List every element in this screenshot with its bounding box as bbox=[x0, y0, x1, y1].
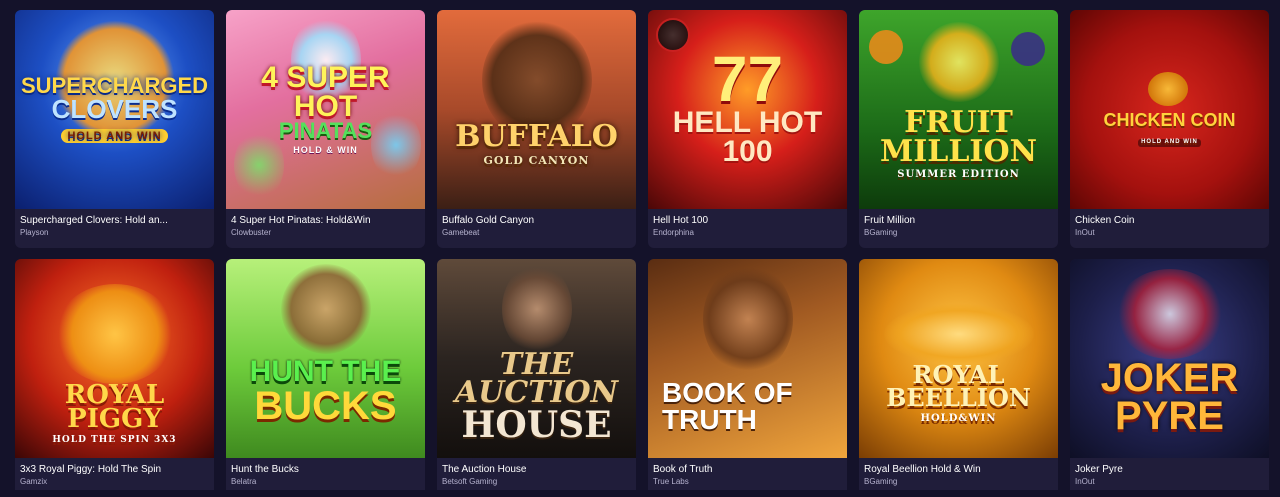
game-logo: Supercharged Clovers Hold and Win bbox=[20, 72, 209, 143]
game-thumbnail[interactable]: 4 Super Hot Pinatas Hold & Win bbox=[226, 10, 425, 209]
game-title[interactable]: 3x3 Royal Piggy: Hold The Spin bbox=[20, 463, 209, 476]
game-thumbnail[interactable]: Royal Beellion Hold&Win bbox=[859, 259, 1058, 458]
game-card[interactable]: Chicken Coin Hold and Win Chicken Coin I… bbox=[1070, 10, 1269, 248]
game-card[interactable]: 77 Hell Hot 100 Hell Hot 100 Endorphina bbox=[648, 10, 847, 248]
game-title[interactable]: 4 Super Hot Pinatas: Hold&Win bbox=[231, 214, 420, 227]
game-title[interactable]: The Auction House bbox=[442, 463, 631, 476]
game-title[interactable]: Hunt the Bucks bbox=[231, 463, 420, 476]
game-title[interactable]: Supercharged Clovers: Hold an... bbox=[20, 214, 209, 227]
game-provider: Clowbuster bbox=[231, 228, 272, 237]
game-provider: InOut bbox=[1075, 228, 1095, 237]
game-logo: Fruit Million Summer Edition bbox=[879, 105, 1038, 181]
game-title[interactable]: Book of Truth bbox=[653, 463, 842, 476]
game-card[interactable]: Royal Piggy Hold The Spin 3x3 3x3 Royal … bbox=[15, 259, 214, 497]
game-card[interactable]: Joker Pyre Joker Pyre InOut bbox=[1070, 259, 1269, 497]
game-provider: Playson bbox=[20, 228, 49, 237]
game-thumbnail[interactable]: 77 Hell Hot 100 bbox=[648, 10, 847, 209]
game-card[interactable]: Fruit Million Summer Edition Fruit Milli… bbox=[859, 10, 1058, 248]
game-provider: True Labs bbox=[653, 477, 689, 486]
game-logo: Hunt the Bucks bbox=[249, 355, 402, 428]
game-provider: InOut bbox=[1075, 477, 1095, 486]
game-logo: Book of Truth bbox=[662, 376, 793, 435]
game-provider: BGaming bbox=[864, 228, 898, 237]
game-logo: Royal Beellion Hold&Win bbox=[886, 359, 1031, 424]
game-provider: Belatra bbox=[231, 477, 257, 486]
games-grid: Supercharged Clovers Hold and Win Superc… bbox=[15, 10, 1269, 497]
game-title[interactable]: Fruit Million bbox=[864, 214, 1053, 227]
game-provider: Gamebeat bbox=[442, 228, 480, 237]
game-thumbnail[interactable]: Hunt the Bucks bbox=[226, 259, 425, 458]
game-logo: 77 Hell Hot 100 bbox=[672, 42, 823, 168]
game-title[interactable]: Royal Beellion Hold & Win bbox=[864, 463, 1053, 476]
game-title[interactable]: Buffalo Gold Canyon bbox=[442, 214, 631, 227]
game-title[interactable]: Joker Pyre bbox=[1075, 463, 1264, 476]
game-title[interactable]: Chicken Coin bbox=[1075, 214, 1264, 227]
game-thumbnail[interactable]: Chicken Coin Hold and Win bbox=[1070, 10, 1269, 209]
game-card[interactable]: Supercharged Clovers Hold and Win Superc… bbox=[15, 10, 214, 248]
game-logo: Chicken Coin Hold and Win bbox=[1103, 110, 1236, 147]
game-card[interactable]: 4 Super Hot Pinatas Hold & Win 4 Super H… bbox=[226, 10, 425, 248]
game-provider: Endorphina bbox=[653, 228, 694, 237]
game-thumbnail[interactable]: Book of Truth bbox=[648, 259, 847, 458]
game-card[interactable]: Book of Truth Book of Truth True Labs bbox=[648, 259, 847, 497]
game-logo: Royal Piggy Hold The Spin 3x3 bbox=[52, 379, 177, 445]
game-provider: Gamzix bbox=[20, 477, 48, 486]
game-card[interactable]: Hunt the Bucks Hunt the Bucks Belatra bbox=[226, 259, 425, 497]
game-logo: Joker Pyre bbox=[1100, 355, 1239, 438]
game-thumbnail[interactable]: Supercharged Clovers Hold and Win bbox=[15, 10, 214, 209]
game-logo: Buffalo Gold Canyon bbox=[455, 119, 618, 167]
game-title[interactable]: Hell Hot 100 bbox=[653, 214, 842, 227]
game-provider: Betsoft Gaming bbox=[442, 477, 498, 486]
game-logo: The Auction House bbox=[454, 346, 619, 446]
game-card[interactable]: Buffalo Gold Canyon Buffalo Gold Canyon … bbox=[437, 10, 636, 248]
game-thumbnail[interactable]: The Auction House bbox=[437, 259, 636, 458]
game-thumbnail[interactable]: Royal Piggy Hold The Spin 3x3 bbox=[15, 259, 214, 458]
game-thumbnail[interactable]: Joker Pyre bbox=[1070, 259, 1269, 458]
bottom-edge bbox=[0, 490, 1280, 497]
game-provider: BGaming bbox=[864, 477, 898, 486]
game-logo: 4 Super Hot Pinatas Hold & Win bbox=[261, 61, 390, 156]
game-card[interactable]: The Auction House The Auction House Bets… bbox=[437, 259, 636, 497]
game-thumbnail[interactable]: Buffalo Gold Canyon bbox=[437, 10, 636, 209]
game-card[interactable]: Royal Beellion Hold&Win Royal Beellion H… bbox=[859, 259, 1058, 497]
game-thumbnail[interactable]: Fruit Million Summer Edition bbox=[859, 10, 1058, 209]
